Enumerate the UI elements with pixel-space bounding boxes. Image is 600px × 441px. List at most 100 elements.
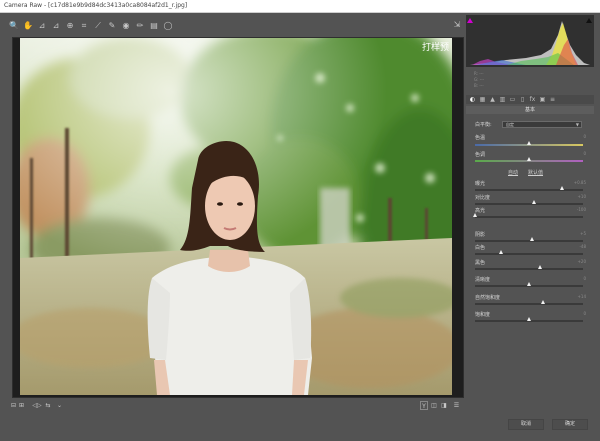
tint-value[interactable]: 0 <box>583 151 586 156</box>
vibrance-slider[interactable] <box>475 300 583 305</box>
histogram-graph <box>470 21 590 65</box>
contrast-thumb[interactable] <box>532 200 537 204</box>
auto-link[interactable]: 自动 <box>508 169 518 176</box>
swap-icon[interactable]: ⇆ <box>44 401 52 410</box>
white-balance-label: 白平衡: <box>475 122 492 128</box>
saturation-value[interactable]: 0 <box>583 311 586 316</box>
color-sampler-tool-icon[interactable]: ⊿ <box>51 20 61 31</box>
done-button[interactable]: 确定 <box>552 419 588 430</box>
shadows-slider[interactable] <box>475 237 583 242</box>
detail-tab-icon[interactable]: ▲ <box>489 96 496 103</box>
blacks-value[interactable]: +20 <box>578 259 586 264</box>
white-balance-value: 自定 <box>506 122 514 127</box>
view-split-icon[interactable]: ◫ <box>430 401 438 410</box>
cancel-button[interactable]: 取消 <box>508 419 544 430</box>
vibrance-value[interactable]: +14 <box>578 294 586 299</box>
view-side-icon[interactable]: ◨ <box>440 401 448 410</box>
exposure-slider[interactable] <box>475 186 583 191</box>
highlights-value[interactable]: -100 <box>577 207 586 212</box>
clarity-thumb[interactable] <box>527 282 531 286</box>
blacks-label: 黑色 <box>475 260 486 266</box>
whites-label: 白色 <box>475 245 486 251</box>
view-y-icon[interactable]: Y <box>420 401 428 410</box>
tone-curve-tab-icon[interactable]: ▦ <box>479 96 486 103</box>
temperature-label: 色温 <box>475 135 486 141</box>
white-balance-tool-icon[interactable]: ⊿ <box>37 20 47 31</box>
straighten-tool-icon[interactable]: ⟋ <box>93 20 103 31</box>
panel-tabs: ◐ ▦ ▲ ▥ ▭ ▯ fx ▣ ≡ <box>466 95 594 104</box>
effects-tab-icon[interactable]: fx <box>529 96 536 103</box>
default-link[interactable]: 默认值 <box>528 169 543 176</box>
hand-tool-icon[interactable]: ✋ <box>23 20 33 31</box>
whites-value[interactable]: -48 <box>579 244 586 249</box>
saturation-label: 饱和度 <box>475 312 491 318</box>
highlight-clipping-warning-icon[interactable] <box>586 18 592 23</box>
rgb-readout-r: R: --- <box>474 71 484 76</box>
temperature-slider[interactable] <box>475 141 583 146</box>
exposure-thumb[interactable] <box>560 186 565 190</box>
title-bar: Camera Raw - [c17d81e9b9d84dc3413a0ca808… <box>0 0 600 13</box>
camera-calibration-tab-icon[interactable]: ▣ <box>539 96 546 103</box>
whites-thumb[interactable] <box>498 250 503 254</box>
targeted-adjustment-tool-icon[interactable]: ⊕ <box>65 20 75 31</box>
crop-tool-icon[interactable]: ⌗ <box>79 20 89 31</box>
clarity-value[interactable]: 0 <box>583 276 586 281</box>
graduated-filter-icon[interactable]: ▤ <box>149 20 159 31</box>
rgb-readout-b: B: --- <box>474 83 484 88</box>
basic-tab-icon[interactable]: ◐ <box>469 96 476 103</box>
photo-preview[interactable] <box>20 38 452 395</box>
contrast-slider[interactable] <box>475 200 583 205</box>
lens-corrections-tab-icon[interactable]: ▯ <box>519 96 526 103</box>
temperature-value[interactable]: 0 <box>583 134 586 139</box>
watermark-text: 打样预 <box>422 43 450 53</box>
presets-tab-icon[interactable]: ≡ <box>549 96 556 103</box>
red-eye-tool-icon[interactable]: ◉ <box>121 20 131 31</box>
camera-raw-window: Camera Raw - [c17d81e9b9d84dc3413a0ca808… <box>0 0 600 441</box>
vibrance-label: 自然饱和度 <box>475 295 501 301</box>
toolbar: 🔍 ✋ ⊿ ⊿ ⊕ ⌗ ⟋ ✎ ◉ ✏ ▤ ◯ <box>8 17 463 35</box>
histogram <box>466 15 594 67</box>
fullscreen-toggle-icon[interactable]: ⇲ <box>452 20 462 30</box>
contrast-value[interactable]: +10 <box>578 194 586 199</box>
exposure-value[interactable]: +0.85 <box>574 180 586 185</box>
blacks-slider[interactable] <box>475 265 583 270</box>
chevron-down-icon: ▼ <box>575 122 579 127</box>
rgb-readout-g: G: --- <box>474 77 485 82</box>
hsl-tab-icon[interactable]: ▥ <box>499 96 506 103</box>
clarity-slider[interactable] <box>475 282 583 287</box>
blacks-thumb[interactable] <box>537 265 542 269</box>
zoom-out-icon[interactable]: ⊟ <box>10 401 17 410</box>
adjustment-brush-icon[interactable]: ✏ <box>135 20 145 31</box>
highlights-slider[interactable] <box>473 213 583 218</box>
tint-slider[interactable] <box>475 157 583 162</box>
whites-slider[interactable] <box>475 250 583 255</box>
shadows-thumb[interactable] <box>530 237 535 241</box>
portrait-photo <box>20 38 452 395</box>
contrast-label: 对比度 <box>475 195 491 201</box>
white-balance-select[interactable]: 自定 ▼ <box>502 121 582 128</box>
temperature-thumb[interactable] <box>527 141 531 145</box>
split-toning-tab-icon[interactable]: ▭ <box>509 96 516 103</box>
clarity-label: 清晰度 <box>475 277 491 283</box>
highlights-thumb[interactable] <box>473 213 477 217</box>
settings-menu-icon[interactable]: ☰ <box>452 401 461 410</box>
window-title: Camera Raw - [c17d81e9b9d84dc3413a0ca808… <box>4 2 188 9</box>
shadows-label: 阴影 <box>475 232 486 238</box>
vibrance-thumb[interactable] <box>541 300 546 304</box>
saturation-thumb[interactable] <box>527 317 531 321</box>
chevron-down-icon[interactable]: ⌄ <box>56 401 63 410</box>
shadow-clipping-warning-icon[interactable] <box>467 18 473 23</box>
bottom-bar: ⊟ ⊞ ◁▷ ⇆ ⌄ Y ◫ ◨ ☰ <box>8 400 464 412</box>
adjustment-panel: R: --- G: --- B: --- ◐ ▦ ▲ ▥ ▭ ▯ fx ▣ ≡ 基本 白平衡: … <box>466 15 594 435</box>
before-after-icon[interactable]: ◁▷ <box>32 401 42 410</box>
zoom-tool-icon[interactable]: 🔍 <box>9 20 19 31</box>
exposure-label: 曝光 <box>475 181 486 187</box>
radial-filter-icon[interactable]: ◯ <box>163 20 173 31</box>
shadows-value[interactable]: +5 <box>580 231 586 236</box>
spot-removal-tool-icon[interactable]: ✎ <box>107 20 117 31</box>
basic-section-title: 基本 <box>466 106 594 114</box>
saturation-slider[interactable] <box>475 317 583 322</box>
tint-label: 色调 <box>475 152 486 158</box>
zoom-in-icon[interactable]: ⊞ <box>18 401 25 410</box>
tint-thumb[interactable] <box>527 157 531 161</box>
